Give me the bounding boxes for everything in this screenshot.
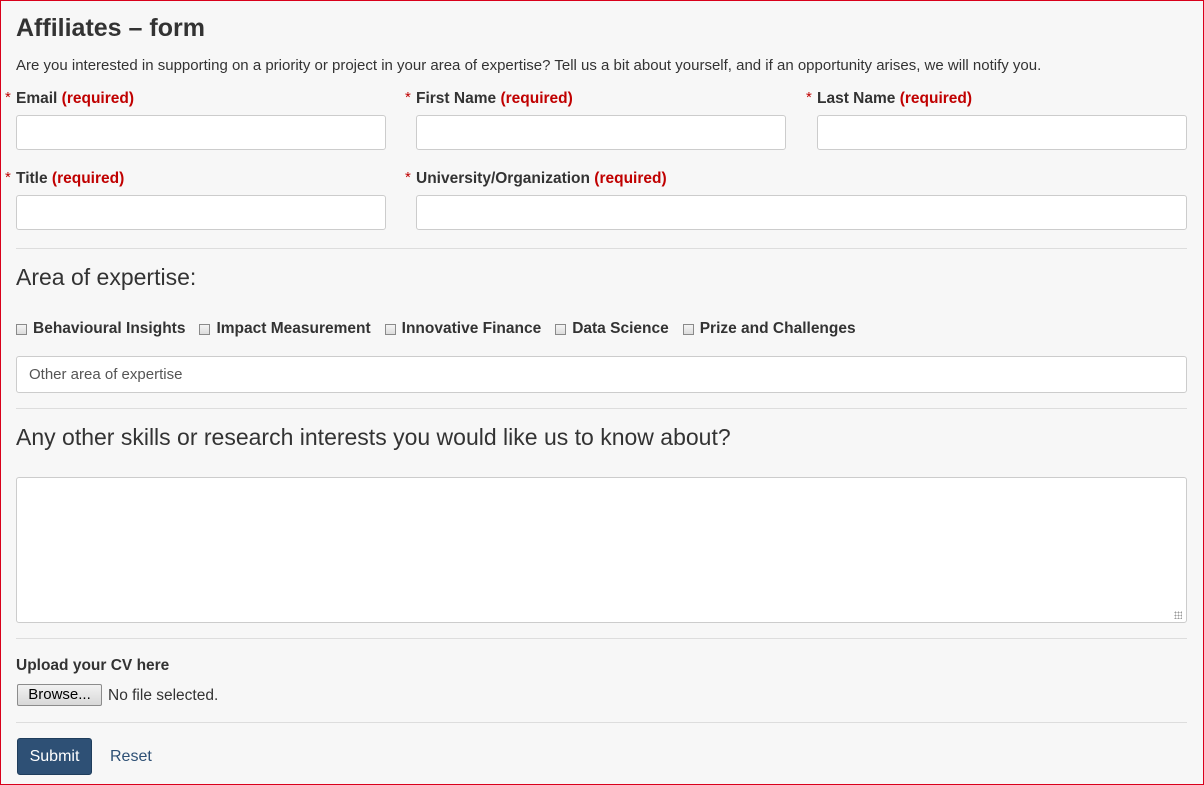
required-text: (required) bbox=[500, 90, 573, 107]
first-name-field-group: * First Name (required) bbox=[405, 89, 786, 150]
required-text: (required) bbox=[594, 170, 667, 187]
other-expertise-input[interactable] bbox=[16, 356, 1187, 393]
expertise-option-innovative-finance[interactable]: Innovative Finance bbox=[384, 320, 542, 338]
title-label: * Title (required) bbox=[5, 169, 125, 189]
organization-input[interactable] bbox=[416, 195, 1187, 230]
first-name-input[interactable] bbox=[416, 115, 786, 150]
upload-cv-label: Upload your CV here bbox=[16, 657, 170, 674]
file-status-text: No file selected. bbox=[108, 687, 219, 704]
last-name-input[interactable] bbox=[817, 115, 1187, 150]
organization-label-text: University/Organization bbox=[416, 170, 590, 187]
divider bbox=[16, 722, 1187, 723]
required-star: * bbox=[5, 169, 11, 186]
organization-field-group: * University/Organization (required) bbox=[405, 169, 1187, 230]
title-label-text: Title bbox=[16, 170, 48, 187]
email-label: * Email (required) bbox=[5, 89, 135, 109]
first-name-label: * First Name (required) bbox=[405, 89, 573, 109]
checkbox-label[interactable]: Innovative Finance bbox=[402, 320, 542, 338]
expertise-heading: Area of expertise: bbox=[16, 264, 197, 290]
email-field-group: * Email (required) bbox=[5, 89, 386, 150]
title-input[interactable] bbox=[16, 195, 386, 230]
expertise-option-data-science[interactable]: Data Science bbox=[555, 320, 669, 338]
title-field-group: * Title (required) bbox=[5, 169, 386, 230]
last-name-field-group: * Last Name (required) bbox=[806, 89, 1187, 150]
checkbox[interactable] bbox=[682, 323, 694, 335]
required-star: * bbox=[405, 89, 411, 106]
email-label-text: Email bbox=[16, 90, 58, 107]
divider bbox=[16, 248, 1187, 249]
required-star: * bbox=[806, 89, 812, 106]
checkbox[interactable] bbox=[384, 323, 396, 335]
divider bbox=[16, 408, 1187, 409]
organization-label: * University/Organization (required) bbox=[405, 169, 667, 189]
checkbox[interactable] bbox=[555, 323, 567, 335]
checkbox[interactable] bbox=[16, 323, 27, 335]
form-intro: Are you interested in supporting on a pr… bbox=[16, 57, 1042, 74]
browse-button[interactable]: Browse... bbox=[17, 684, 102, 706]
checkbox-label[interactable]: Behavioural Insights bbox=[33, 320, 185, 338]
required-star: * bbox=[5, 89, 11, 106]
expertise-checkbox-group: Behavioural Insights Impact Measurement … bbox=[16, 319, 870, 339]
skills-heading: Any other skills or research interests y… bbox=[16, 424, 731, 450]
expertise-option-prize-and-challenges[interactable]: Prize and Challenges bbox=[682, 320, 856, 338]
required-star: * bbox=[405, 169, 411, 186]
last-name-label-text: Last Name bbox=[817, 90, 896, 107]
expertise-option-impact-measurement[interactable]: Impact Measurement bbox=[199, 320, 371, 338]
checkbox-label[interactable]: Impact Measurement bbox=[216, 320, 370, 338]
checkbox[interactable] bbox=[199, 323, 211, 335]
required-text: (required) bbox=[61, 90, 135, 107]
divider bbox=[16, 638, 1187, 639]
first-name-label-text: First Name bbox=[416, 90, 497, 107]
expertise-option-behavioural-insights[interactable]: Behavioural Insights bbox=[16, 320, 185, 338]
reset-link[interactable]: Reset bbox=[110, 747, 152, 767]
required-text: (required) bbox=[899, 90, 973, 107]
checkbox-label[interactable]: Data Science bbox=[572, 320, 669, 338]
email-input[interactable] bbox=[16, 115, 386, 150]
submit-button[interactable]: Submit bbox=[17, 738, 92, 775]
resize-grip-icon[interactable] bbox=[1174, 611, 1182, 619]
last-name-label: * Last Name (required) bbox=[806, 89, 973, 109]
checkbox-label[interactable]: Prize and Challenges bbox=[700, 320, 856, 338]
form-title: Affiliates – form bbox=[16, 14, 205, 42]
affiliates-form-panel: Affiliates – form Are you interested in … bbox=[0, 0, 1204, 785]
skills-textarea[interactable] bbox=[16, 477, 1187, 623]
required-text: (required) bbox=[51, 170, 125, 187]
